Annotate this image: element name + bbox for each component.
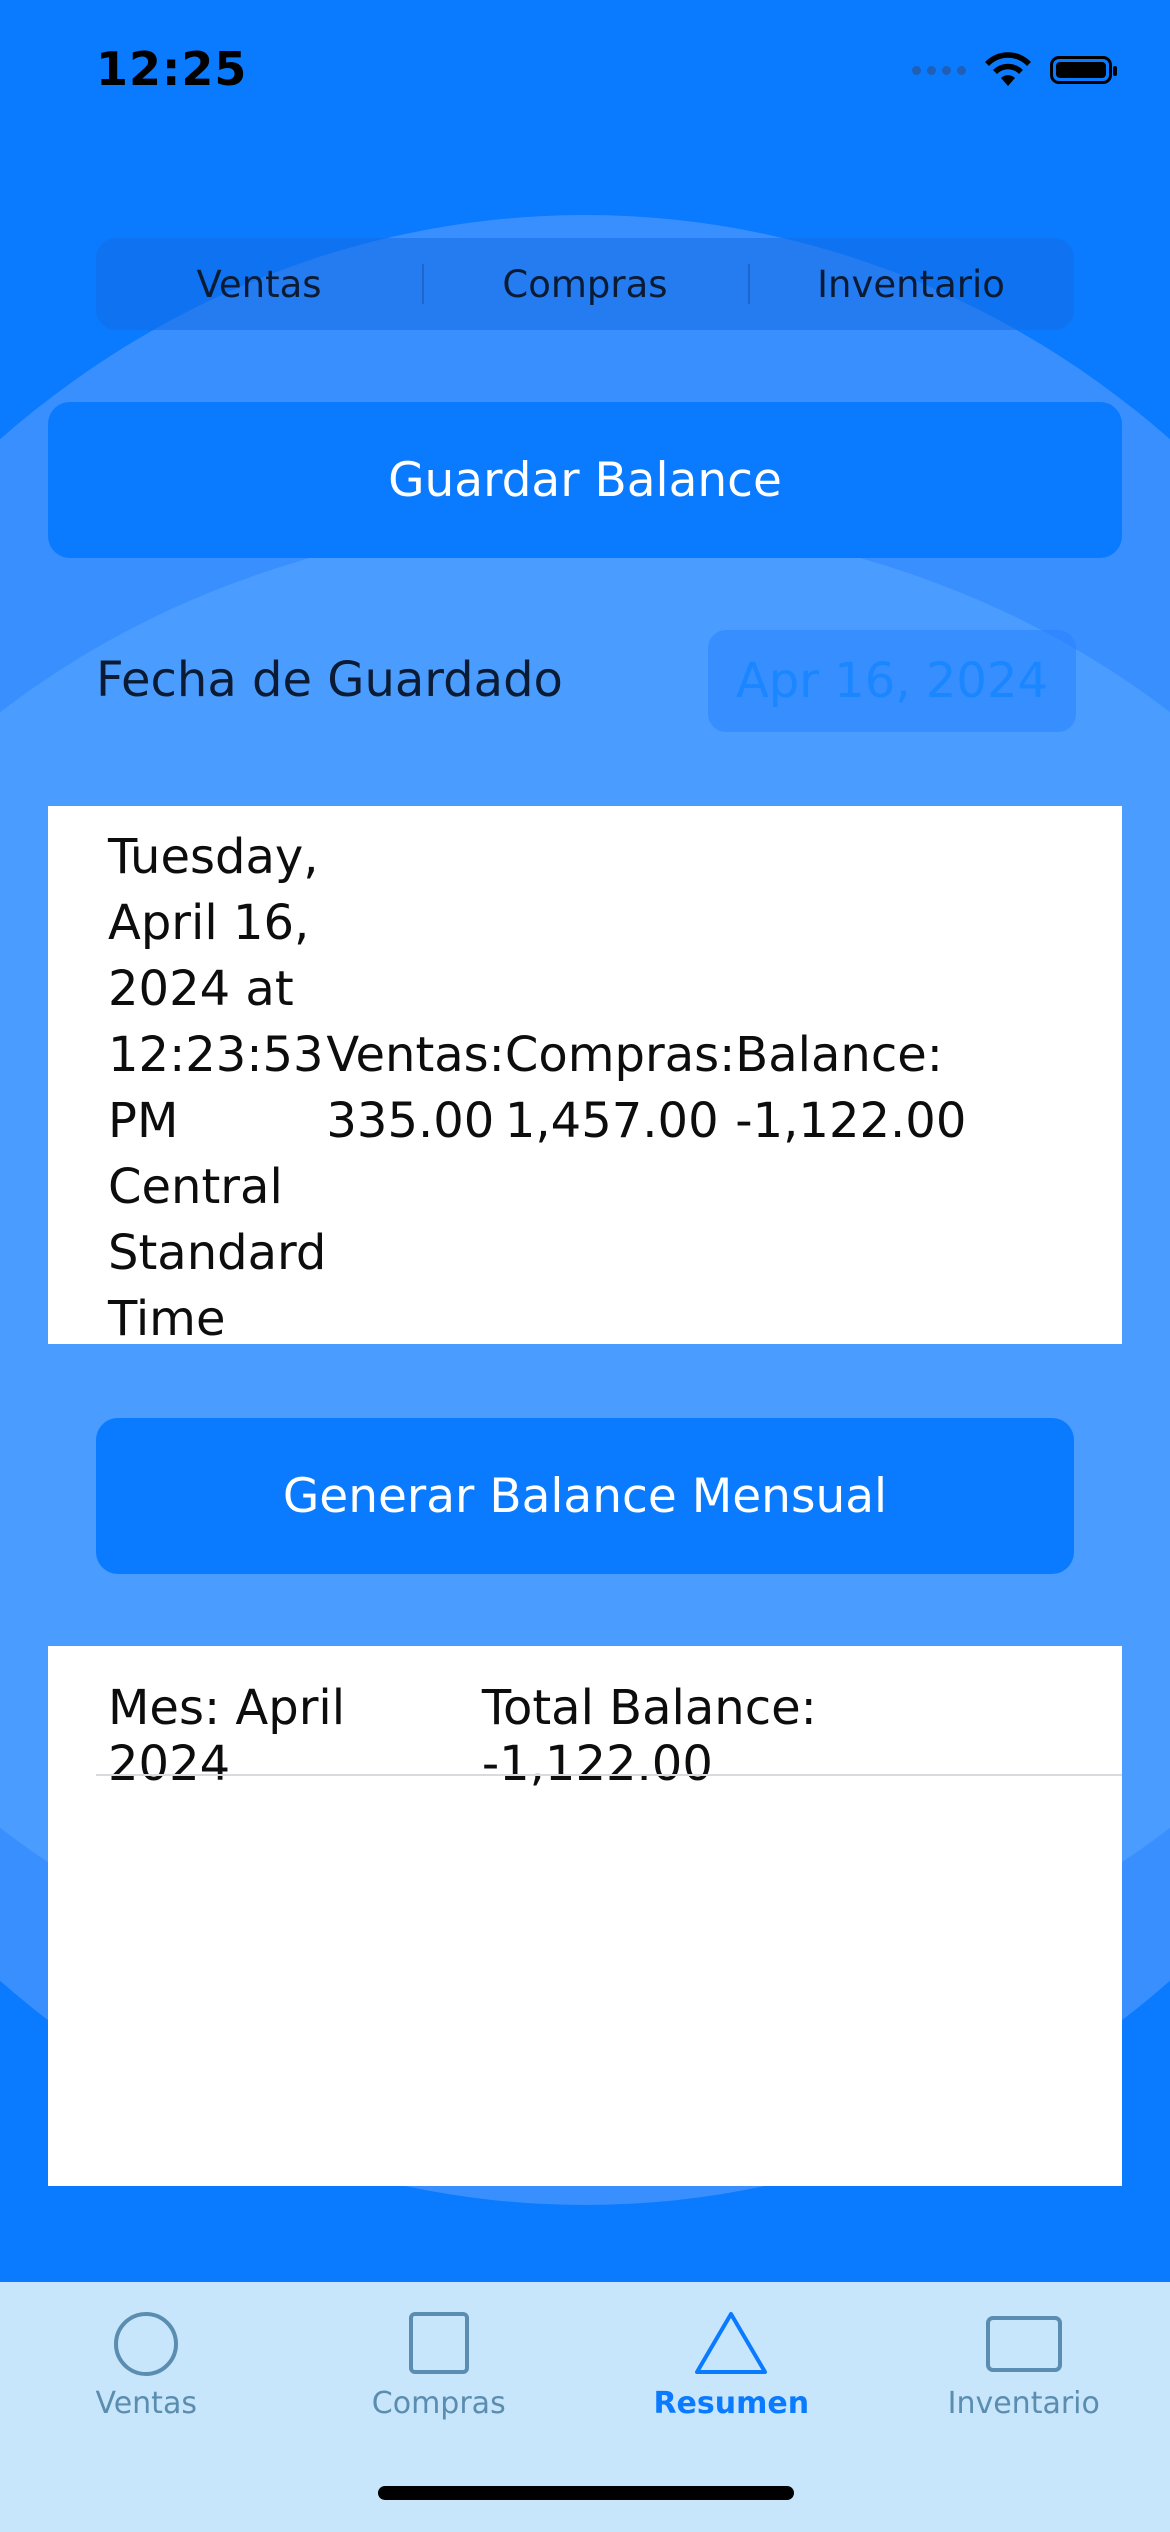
tab-ventas[interactable]: Ventas bbox=[0, 2282, 293, 2532]
record-balance: Balance: -1,122.00 bbox=[735, 1027, 967, 1149]
segment-inventario[interactable]: Inventario bbox=[748, 238, 1074, 330]
date-picker[interactable]: Apr 16, 2024 bbox=[708, 630, 1076, 732]
status-icons bbox=[912, 52, 1117, 88]
record-date: Tuesday, April 16, 2024 at 12:23:53 PM C… bbox=[108, 829, 327, 1347]
date-label: Fecha de Guardado bbox=[96, 652, 563, 708]
battery-icon bbox=[1050, 56, 1117, 84]
tab-label: Resumen bbox=[653, 2386, 810, 2421]
save-balance-button[interactable]: Guardar Balance bbox=[48, 402, 1122, 558]
divider bbox=[96, 1774, 1122, 1776]
list-item[interactable]: Tuesday, April 16, 2024 at 12:23:53 PM C… bbox=[108, 824, 1062, 1352]
tab-label: Ventas bbox=[95, 2386, 197, 2421]
signal-icon bbox=[912, 65, 966, 75]
record-compras: Compras: 1,457.00 bbox=[504, 1027, 736, 1149]
home-indicator bbox=[378, 2486, 794, 2500]
tab-label: Inventario bbox=[947, 2386, 1100, 2421]
wifi-icon bbox=[985, 52, 1031, 86]
tab-label: Compras bbox=[371, 2386, 506, 2421]
rectangle-icon bbox=[985, 2316, 1062, 2372]
circle-icon bbox=[114, 2312, 179, 2376]
screen: 12:25 Ventas Compras Inventario Guardar … bbox=[0, 0, 1170, 2532]
record-ventas: Ventas: 335.00 bbox=[326, 1027, 505, 1149]
segment-compras[interactable]: Compras bbox=[422, 238, 748, 330]
tab-inventario[interactable]: Inventario bbox=[878, 2282, 1170, 2532]
monthly-balance-list: Mes: April 2024 Total Balance: -1,122.00 bbox=[48, 1646, 1122, 2186]
saved-balances-list: Tuesday, April 16, 2024 at 12:23:53 PM C… bbox=[48, 806, 1122, 1347]
square-icon bbox=[408, 2312, 469, 2374]
segment-ventas[interactable]: Ventas bbox=[96, 238, 422, 330]
segmented-control: Ventas Compras Inventario bbox=[96, 238, 1074, 330]
triangle-icon bbox=[695, 2312, 768, 2374]
generate-monthly-balance-button[interactable]: Generar Balance Mensual bbox=[96, 1418, 1074, 1574]
status-time: 12:25 bbox=[96, 42, 248, 96]
